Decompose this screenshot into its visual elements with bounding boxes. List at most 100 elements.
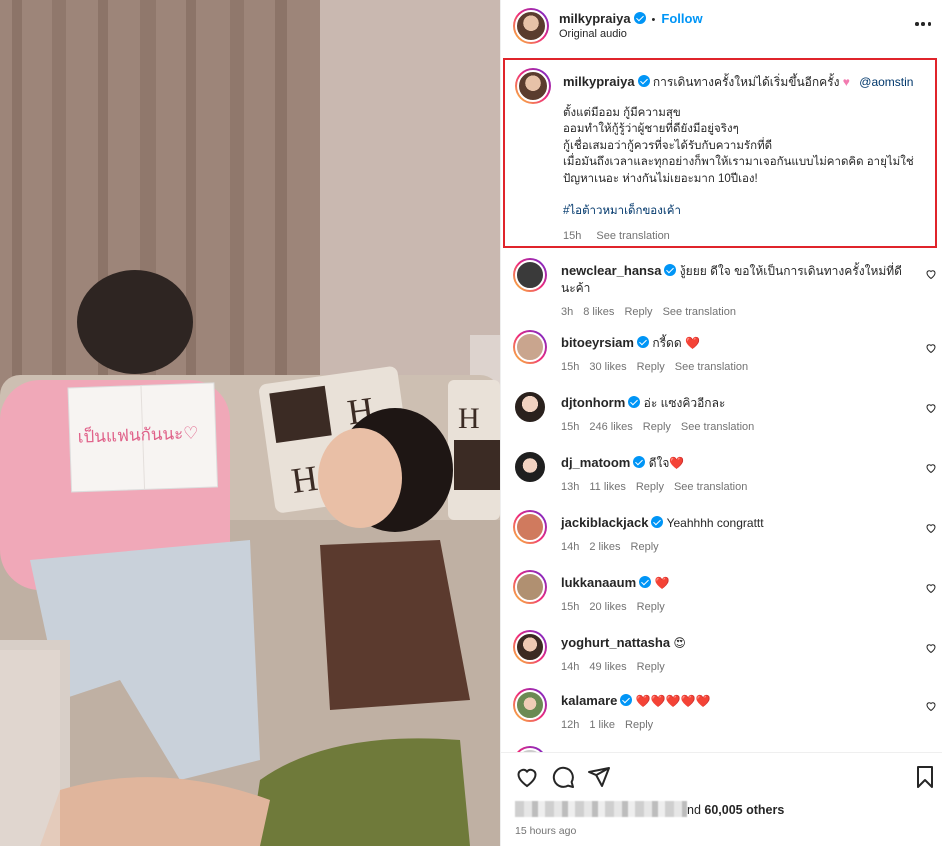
caption-highlight: milkypraiya การเดินทางครั้งใหม่ได้เริ่มข… xyxy=(503,58,937,248)
post-panel: milkypraiya • Follow Original audio milkyp… xyxy=(500,0,942,846)
follow-button[interactable]: Follow xyxy=(661,11,702,26)
svg-text:H: H xyxy=(289,458,320,501)
verified-badge-icon xyxy=(633,12,646,24)
post-header: milkypraiya • Follow Original audio xyxy=(501,0,942,50)
comment-time: 15h xyxy=(561,361,580,373)
commenter-username[interactable]: djtonhorm xyxy=(561,395,625,410)
blurred-liker-avatars xyxy=(515,801,687,817)
commenter-avatar[interactable] xyxy=(513,390,547,424)
comment-time: 14h xyxy=(561,661,580,673)
comment-text: ❤️ xyxy=(654,576,670,590)
pink-heart-icon: ♥ xyxy=(842,75,850,89)
post-actions: nd 60,005 others 15 hours ago xyxy=(501,752,942,846)
reply-button[interactable]: Reply xyxy=(636,481,664,493)
commenter-avatar[interactable] xyxy=(513,258,547,292)
video-frame: H H H เป็นแฟนกันนะ♡ xyxy=(0,0,500,846)
like-comment-heart-icon[interactable] xyxy=(925,268,937,280)
see-translation-link[interactable]: See translation xyxy=(675,361,748,373)
comment-time: 3h xyxy=(561,306,574,318)
post-media[interactable]: H H H เป็นแฟนกันนะ♡ xyxy=(0,0,500,846)
see-translation-link[interactable]: See translation xyxy=(663,306,736,318)
commenter-avatar[interactable] xyxy=(513,510,547,544)
comment-time: 15h xyxy=(561,421,580,433)
reply-button[interactable]: Reply xyxy=(637,361,665,373)
verified-badge-icon xyxy=(620,694,633,706)
like-comment-heart-icon[interactable] xyxy=(925,402,937,414)
comment-likes[interactable]: 2 likes xyxy=(589,541,620,553)
comment-time: 15h xyxy=(561,601,580,613)
caption: milkypraiya การเดินทางครั้งใหม่ได้เริ่มข… xyxy=(563,74,923,244)
comment-likes[interactable]: 49 likes xyxy=(589,661,626,673)
comment-text: 😍 xyxy=(673,636,686,650)
mention-link[interactable]: @aomstin xyxy=(859,75,913,89)
likes-count: 60,005 others xyxy=(704,803,785,817)
reply-button[interactable]: Reply xyxy=(643,421,671,433)
comment-likes[interactable]: 1 like xyxy=(589,719,615,731)
author-avatar[interactable] xyxy=(513,8,549,44)
comment-text: ดีใจ❤️ xyxy=(648,456,685,470)
like-heart-icon[interactable] xyxy=(515,765,539,789)
comment-time: 14h xyxy=(561,541,580,553)
caption-time: 15h xyxy=(563,229,582,242)
audio-label[interactable]: Original audio xyxy=(559,28,627,40)
verified-badge-icon xyxy=(639,576,652,588)
reply-button[interactable]: Reply xyxy=(637,601,665,613)
author-username[interactable]: milkypraiya xyxy=(559,11,631,26)
comment-likes[interactable]: 11 likes xyxy=(589,481,625,493)
reply-button[interactable]: Reply xyxy=(637,661,665,673)
verified-badge-icon xyxy=(633,456,646,468)
verified-badge-icon xyxy=(636,336,649,348)
commenter-username[interactable]: dj_matoom xyxy=(561,455,630,470)
comment-bubble-icon[interactable] xyxy=(551,765,575,789)
caption-author-avatar[interactable] xyxy=(515,68,551,104)
like-comment-heart-icon[interactable] xyxy=(925,700,937,712)
caption-author-username[interactable]: milkypraiya xyxy=(563,74,635,89)
svg-text:H: H xyxy=(458,402,480,435)
caption-headline: การเดินทางครั้งใหม่ได้เริ่มขึ้นอีกครั้ง xyxy=(652,75,840,89)
like-comment-heart-icon[interactable] xyxy=(925,522,937,534)
see-translation-link[interactable]: See translation xyxy=(681,421,754,433)
like-comment-heart-icon[interactable] xyxy=(925,642,937,654)
comment-time: 13h xyxy=(561,481,580,493)
comment-likes[interactable]: 30 likes xyxy=(589,361,626,373)
comment-text: Yeahhhh congrattt xyxy=(666,516,764,530)
see-translation-link[interactable]: See translation xyxy=(674,481,747,493)
commenter-username[interactable]: lukkanaaum xyxy=(561,575,636,590)
like-comment-heart-icon[interactable] xyxy=(925,582,937,594)
like-comment-heart-icon[interactable] xyxy=(925,342,937,354)
save-bookmark-icon[interactable] xyxy=(913,765,937,789)
share-send-icon[interactable] xyxy=(587,765,611,789)
hashtag-link[interactable]: #ไอต้าวหมาเด็กของเค้า xyxy=(563,203,923,220)
caption-body: ตั้งแต่มีออม กู้มีความสุข ออมทำให้กู้รู้… xyxy=(563,106,914,185)
commenter-avatar[interactable] xyxy=(513,450,547,484)
comment-time: 12h xyxy=(561,719,580,731)
comment-likes[interactable]: 8 likes xyxy=(583,306,614,318)
comment-text: กรี้ดด ❤️ xyxy=(652,336,700,350)
commenter-username[interactable]: jackiblackjack xyxy=(561,515,648,530)
comment-likes[interactable]: 20 likes xyxy=(589,601,626,613)
commenter-avatar[interactable] xyxy=(513,330,547,364)
like-comment-heart-icon[interactable] xyxy=(925,462,937,474)
commenter-username[interactable]: newclear_hansa xyxy=(561,263,661,278)
comment-text: อ่ะ แซงคิวอีกละ xyxy=(643,396,726,410)
see-translation-link[interactable]: See translation xyxy=(596,230,669,242)
commenter-avatar[interactable] xyxy=(513,570,547,604)
comment-text: ❤️❤️❤️❤️❤️ xyxy=(635,694,711,708)
reply-button[interactable]: Reply xyxy=(624,306,652,318)
commenter-username[interactable]: bitoeyrsiam xyxy=(561,335,634,350)
commenter-avatar[interactable] xyxy=(513,630,547,664)
commenter-username[interactable]: kalamare xyxy=(561,693,617,708)
likes-summary[interactable]: nd 60,005 others xyxy=(515,801,784,817)
comments-list[interactable]: newclear_hansa งู้ยยย ดีใจ ขอให้เป็นการเ… xyxy=(501,256,942,752)
reply-button[interactable]: Reply xyxy=(631,541,659,553)
verified-badge-icon xyxy=(637,75,650,87)
post-time: 15 hours ago xyxy=(515,825,577,837)
more-options-icon[interactable] xyxy=(915,16,931,32)
commenter-avatar[interactable] xyxy=(513,688,547,722)
comment-likes[interactable]: 246 likes xyxy=(589,421,632,433)
verified-badge-icon xyxy=(664,264,677,276)
likes-prefix: nd xyxy=(687,803,701,817)
reply-button[interactable]: Reply xyxy=(625,719,653,731)
commenter-username[interactable]: yoghurt_nattasha xyxy=(561,635,670,650)
verified-badge-icon xyxy=(628,396,641,408)
